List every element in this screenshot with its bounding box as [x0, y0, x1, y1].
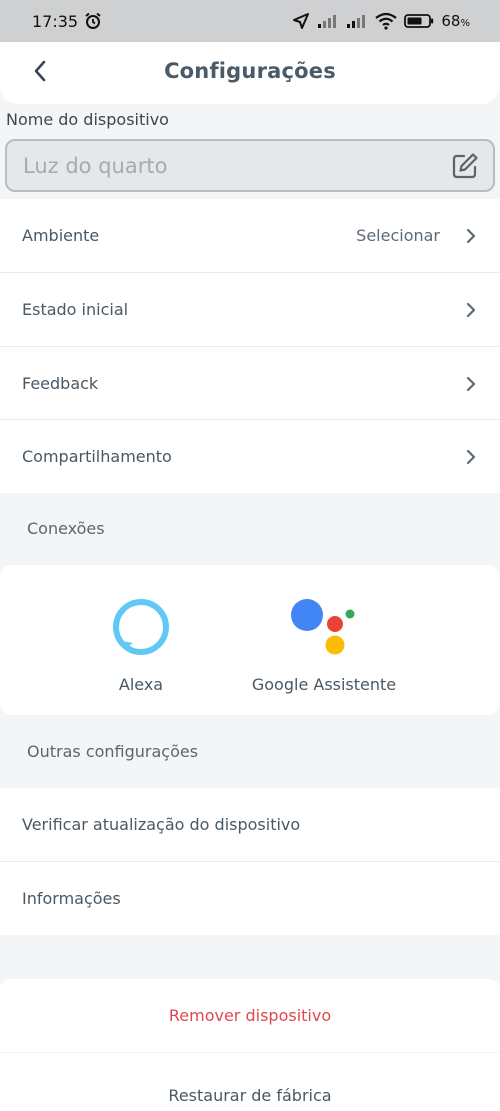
- row-label: Informações: [22, 889, 121, 908]
- chevron-right-icon: [464, 228, 478, 244]
- row-label: Feedback: [22, 374, 99, 393]
- connections-section-label: Conexões: [27, 519, 105, 538]
- setting-row-compartilhamento[interactable]: Compartilhamento: [0, 420, 500, 493]
- connection-google-assistant[interactable]: Google Assistente: [246, 597, 402, 694]
- connections-card: Alexa Google Assistente: [0, 565, 500, 715]
- connection-label: Google Assistente: [251, 675, 397, 694]
- connection-alexa[interactable]: Alexa: [96, 597, 186, 694]
- page-title: Configurações: [164, 59, 336, 83]
- battery-percent: 68%: [441, 12, 470, 30]
- edit-icon[interactable]: [449, 150, 481, 182]
- row-label: Ambiente: [22, 226, 100, 245]
- row-label: Estado inicial: [22, 300, 129, 319]
- location-icon: [292, 12, 310, 30]
- factory-reset-button[interactable]: Restaurar de fábrica: [0, 1053, 500, 1111]
- chevron-right-icon: [464, 302, 478, 318]
- setting-row-ambiente[interactable]: Ambiente Selecionar: [0, 199, 500, 272]
- google-assistant-icon: [291, 597, 357, 659]
- remove-device-label: Remover dispositivo: [168, 1006, 332, 1025]
- chevron-right-icon: [464, 449, 478, 465]
- other-settings-section-label: Outras configurações: [27, 742, 199, 761]
- status-time: 17:35: [32, 11, 79, 31]
- device-name-input[interactable]: [23, 153, 449, 178]
- setting-row-check-update[interactable]: Verificar atualização do dispositivo: [0, 788, 500, 861]
- row-label: Verificar atualização do dispositivo: [22, 815, 301, 834]
- row-label: Compartilhamento: [22, 447, 172, 466]
- setting-row-estado-inicial[interactable]: Estado inicial: [0, 273, 500, 346]
- setting-row-informacoes[interactable]: Informações: [0, 862, 500, 935]
- row-value: Selecionar: [356, 226, 440, 245]
- device-name-field[interactable]: [5, 139, 495, 192]
- chevron-right-icon: [464, 376, 478, 392]
- wifi-icon: [375, 12, 398, 30]
- signal-icon: [317, 13, 339, 29]
- header: Configurações: [0, 42, 500, 104]
- battery-icon: [404, 13, 434, 29]
- device-name-label: Nome do dispositivo: [6, 110, 169, 129]
- remove-device-button[interactable]: Remover dispositivo: [0, 979, 500, 1052]
- alarm-icon: [84, 12, 102, 30]
- setting-row-feedback[interactable]: Feedback: [0, 347, 500, 420]
- factory-reset-label: Restaurar de fábrica: [168, 1085, 332, 1105]
- status-bar: 17:35 68%: [0, 0, 500, 42]
- signal-icon-2: [346, 13, 368, 29]
- connection-label: Alexa: [118, 675, 164, 694]
- alexa-icon: [111, 597, 171, 657]
